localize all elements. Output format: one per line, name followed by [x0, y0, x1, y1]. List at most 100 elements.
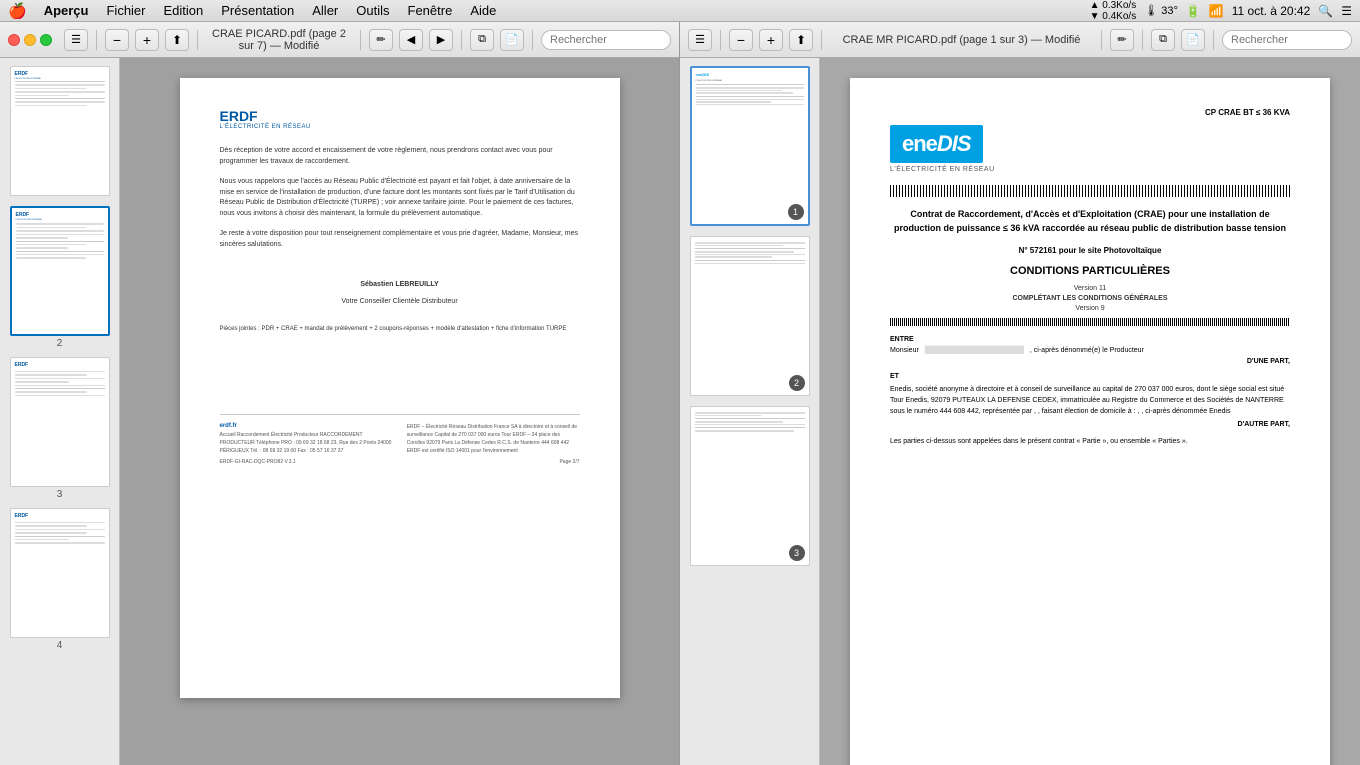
- para2: Nous vous rappelons que l'accès au Résea…: [220, 177, 580, 219]
- control-icon[interactable]: ☰: [1341, 4, 1352, 18]
- entre-section: ENTRE Monsieur ████████████████████ , ci…: [890, 336, 1290, 448]
- right-thumbnail-2[interactable]: 2: [684, 236, 815, 398]
- sidebar-toggle-btn[interactable]: ☰: [64, 29, 88, 51]
- right-thumb-img-2[interactable]: 2: [690, 236, 810, 396]
- left-search-input[interactable]: [541, 30, 671, 50]
- thumbnail-3[interactable]: ERDF 3: [4, 357, 115, 500]
- enedis-logo-area: eneDIS L'ÉLECTRICITÉ EN RÉSEAU: [890, 125, 1290, 173]
- et-label: ET: [890, 373, 1290, 380]
- completant: COMPLÉTANT LES CONDITIONS GÉNÉRALES: [890, 295, 1290, 302]
- right-sidebar-toggle[interactable]: ☰: [688, 29, 712, 51]
- producteur-suffix: , ci-après dénommé(e) le Producteur: [1030, 347, 1144, 354]
- right-thumb-img-3[interactable]: 3: [690, 406, 810, 566]
- contract-title-area: Contrat de Raccordement, d'Accès et d'Ex…: [890, 207, 1290, 236]
- close-button[interactable]: [8, 34, 20, 46]
- barcode-middle: [890, 318, 1290, 326]
- traffic-lights: [8, 34, 52, 46]
- thumb-num-3: 3: [57, 489, 63, 500]
- thumbnail-4[interactable]: ERDF 4: [4, 508, 115, 651]
- maximize-button[interactable]: [40, 34, 52, 46]
- enedis-logo-text: ene: [902, 131, 937, 157]
- network-stats: ▲ 0.3Ko/s▼ 0.4Ko/s: [1090, 0, 1137, 22]
- left-pdf-viewer: ☰ − + ⬆ CRAE PICARD.pdf (page 2 sur 7) —…: [0, 22, 680, 765]
- right-sep1: [720, 30, 721, 50]
- erdf-logo: ERDF: [220, 108, 311, 124]
- contract-title: Contrat de Raccordement, d'Accès et d'Ex…: [890, 207, 1290, 236]
- export-btn[interactable]: 📄: [500, 29, 524, 51]
- prev-btn[interactable]: ◀: [399, 29, 423, 51]
- share-btn[interactable]: ⬆: [165, 29, 189, 51]
- footer-left-text: Accueil Raccordement Électricité Product…: [220, 431, 393, 455]
- right-thumb-badge-2: 2: [789, 375, 805, 391]
- zoom-in-btn[interactable]: +: [135, 29, 159, 51]
- dune-part: D'UNE PART,: [890, 358, 1290, 365]
- thumb-img-1[interactable]: ERDF L'ÉLECTRICITÉ EN RÉSEAU: [10, 66, 110, 196]
- entre-label: ENTRE: [890, 336, 1290, 343]
- separator3: [360, 30, 361, 50]
- wifi-icon: 📶: [1209, 4, 1224, 18]
- menu-fenetre[interactable]: Fenêtre: [401, 3, 460, 18]
- left-doc-page: ERDF L'ÉLECTRICITÉ EN RÉSEAU Dès récepti…: [180, 78, 620, 698]
- right-thumb-img-1[interactable]: eneDIS L'ÉLECTRICITÉ EN RÉSEAU 1: [690, 66, 810, 226]
- enedis-desc: Enedis, société anonyme à directoire et …: [890, 384, 1290, 418]
- pieces-jointes: Pièces jointes : PDR + CRAE + mandat de …: [220, 325, 580, 334]
- menu-presentation[interactable]: Présentation: [214, 3, 301, 18]
- right-markup-btn[interactable]: ✏: [1110, 29, 1134, 51]
- right-copy-btn[interactable]: ⧉: [1151, 29, 1175, 51]
- menu-aller[interactable]: Aller: [305, 3, 345, 18]
- right-thumbnail-3[interactable]: 3: [684, 406, 815, 568]
- right-export-btn[interactable]: 📄: [1181, 29, 1205, 51]
- thumb-num-2: 2: [57, 338, 63, 349]
- temperature: 🌡 33°: [1144, 4, 1178, 17]
- right-doc-page: CP CRAE BT ≤ 36 KVA eneDIS L'ÉLECTRICITÉ…: [850, 78, 1330, 765]
- separator5: [532, 30, 533, 50]
- menu-edition[interactable]: Edition: [157, 3, 211, 18]
- search-icon[interactable]: 🔍: [1318, 4, 1333, 18]
- left-doc-content: ERDF L'ÉLECTRICITÉ EN RÉSEAU Dès récepti…: [120, 58, 679, 765]
- separator2: [197, 30, 198, 50]
- version1: Version 11: [890, 285, 1290, 292]
- main-area: ☰ − + ⬆ CRAE PICARD.pdf (page 2 sur 7) —…: [0, 22, 1360, 765]
- clock: 11 oct. à 20:42: [1232, 4, 1311, 18]
- right-sep2: [821, 30, 822, 50]
- thumb-img-2[interactable]: ERDF L'ÉLECTRICITÉ EN RÉSEAU: [10, 206, 110, 336]
- thumb-num-4: 4: [57, 640, 63, 651]
- dautre-part: D'AUTRE PART,: [890, 421, 1290, 428]
- right-thumbnail-1[interactable]: eneDIS L'ÉLECTRICITÉ EN RÉSEAU 1: [684, 66, 815, 228]
- right-viewer-area: eneDIS L'ÉLECTRICITÉ EN RÉSEAU 1: [680, 58, 1360, 765]
- thumbnail-1[interactable]: ERDF L'ÉLECTRICITÉ EN RÉSEAU: [4, 66, 115, 198]
- right-toolbar: ☰ − + ⬆ CRAE MR PICARD.pdf (page 1 sur 3…: [680, 22, 1360, 58]
- erdf-url: erdf.fr: [220, 423, 393, 429]
- battery-icon: 🔋: [1186, 4, 1201, 18]
- right-share[interactable]: ⬆: [789, 29, 813, 51]
- menu-aide[interactable]: Aide: [463, 3, 503, 18]
- right-thumb-badge-1: 1: [788, 204, 804, 220]
- monsieur-line: Monsieur ████████████████████ , ci-après…: [890, 347, 1290, 354]
- menu-apercu[interactable]: Aperçu: [37, 3, 96, 18]
- apple-menu[interactable]: 🍎: [8, 2, 27, 20]
- next-btn[interactable]: ▶: [429, 29, 453, 51]
- separator4: [461, 30, 462, 50]
- doc-footer: erdf.fr Accueil Raccordement Électricité…: [220, 414, 580, 455]
- right-zoom-out[interactable]: −: [729, 29, 753, 51]
- erdf-subtitle: L'ÉLECTRICITÉ EN RÉSEAU: [220, 124, 311, 130]
- right-zoom-in[interactable]: +: [759, 29, 783, 51]
- zoom-out-btn[interactable]: −: [105, 29, 129, 51]
- right-doc-content: CP CRAE BT ≤ 36 KVA eneDIS L'ÉLECTRICITÉ…: [820, 58, 1360, 765]
- thumbnail-2[interactable]: ERDF L'ÉLECTRICITÉ EN RÉSEAU: [4, 206, 115, 349]
- version2: Version 9: [890, 305, 1290, 312]
- left-doc-title: CRAE PICARD.pdf (page 2 sur 7) — Modifié: [206, 28, 352, 52]
- copy-btn[interactable]: ⧉: [470, 29, 494, 51]
- menu-fichier[interactable]: Fichier: [99, 3, 152, 18]
- menu-outils[interactable]: Outils: [349, 3, 396, 18]
- markup-btn[interactable]: ✏: [369, 29, 393, 51]
- right-pdf-viewer: ☰ − + ⬆ CRAE MR PICARD.pdf (page 1 sur 3…: [680, 22, 1360, 765]
- enedis-logo-dis: DIS: [937, 131, 971, 157]
- minimize-button[interactable]: [24, 34, 36, 46]
- para3: Je reste à votre disposition pour tout r…: [220, 229, 580, 250]
- thumb-img-3[interactable]: ERDF: [10, 357, 110, 487]
- thumb-img-4[interactable]: ERDF: [10, 508, 110, 638]
- footer-right-text: ERDF – Électricité Réseau Distribution F…: [407, 423, 580, 455]
- right-search-input[interactable]: [1222, 30, 1352, 50]
- separator: [96, 30, 97, 50]
